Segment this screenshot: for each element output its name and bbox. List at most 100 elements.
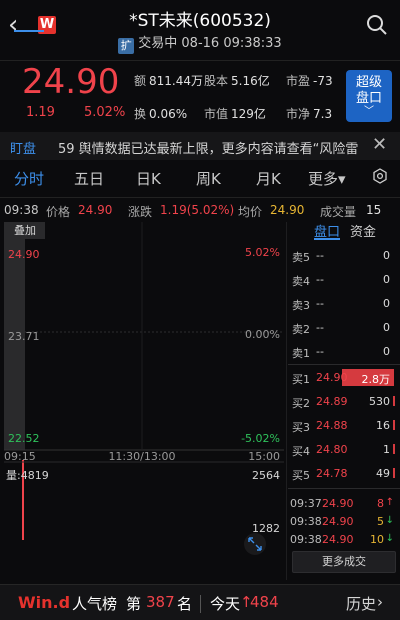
today-label: 今天 <box>210 595 241 613</box>
ask-price: -- <box>316 345 324 358</box>
bid-row-3[interactable]: 买3 24.88 16 <box>288 416 396 436</box>
bid-volume: 2.8万 <box>361 373 391 386</box>
stat-value: 7.3 <box>313 107 333 121</box>
more-trades-button[interactable]: 更多成交 <box>292 551 396 573</box>
tab-more[interactable]: 更多▾ <box>308 168 346 189</box>
button-line: 盘口 <box>355 91 382 106</box>
ask-volume: 0 <box>383 345 390 358</box>
stat-mcap: 市值 129亿 <box>204 105 266 122</box>
trade-qty: 5 <box>377 515 384 528</box>
gear-icon[interactable] <box>372 168 388 184</box>
volume-axis-mid: 1282 <box>252 522 280 535</box>
tab-five-day[interactable]: 五日 <box>74 168 104 189</box>
bid-row-4[interactable]: 买4 24.80 1 <box>288 440 396 460</box>
watch-tag[interactable]: 盯盘 <box>10 138 36 157</box>
stat-value: 5.16亿 <box>231 74 270 88</box>
rank-value: 387 <box>146 593 175 611</box>
tab-capital-flow[interactable]: 资金 <box>350 221 376 240</box>
stat-value: 129亿 <box>231 107 266 121</box>
stat-label: 股本 <box>204 74 229 88</box>
bid-row-5[interactable]: 买5 24.78 49 <box>288 464 396 484</box>
popularity-footer[interactable]: Win.d 人气榜 第 387 名 今天 ↑ 484 历史 › <box>0 584 400 620</box>
chevron-right-icon[interactable]: › <box>377 593 383 611</box>
bid-row-2[interactable]: 买2 24.89 530 <box>288 392 396 412</box>
stat-value: 0.06% <box>149 107 188 121</box>
stat-pe: 市盈 -73 <box>286 72 333 89</box>
ask-row-5[interactable]: 卖5 -- 0 <box>288 246 396 266</box>
ask-row-3[interactable]: 卖3 -- 0 <box>288 294 396 314</box>
news-text[interactable]: 59 舆情数据已达最新上限，更多内容请查看“风险雷 <box>58 138 358 157</box>
tab-weekly-k[interactable]: 周K <box>196 168 221 189</box>
trade-down-arrow-icon: ↓ <box>385 515 394 526</box>
ask-bid-divider <box>288 364 400 365</box>
expand-icon[interactable] <box>244 533 266 555</box>
wind-brand-logo: Win.d <box>18 593 71 612</box>
trade-qty: 10 <box>370 533 384 546</box>
bid-price: 24.89 <box>316 395 348 408</box>
period-tabs: 分时 五日 日K 周K 月K 更多▾ <box>0 162 400 196</box>
info-vol: 15 <box>366 203 382 217</box>
trade-time: 09:38 <box>290 533 322 546</box>
bid-price: 24.80 <box>316 443 348 456</box>
ask-label: 卖1 <box>292 347 310 360</box>
trade-status: 交易中 08-16 09:38:33 <box>138 36 282 51</box>
x-label-close: 15:00 <box>248 450 280 463</box>
trade-row: 09:37 24.90 8 ↑ <box>288 495 396 513</box>
tabs-divider <box>0 197 400 198</box>
tab-intraday[interactable]: 分时 <box>14 168 44 189</box>
ask-row-1[interactable]: 卖1 -- 0 <box>288 342 396 362</box>
trade-up-arrow-icon: ↑ <box>385 497 394 508</box>
stat-share: 股本 5.16亿 <box>204 72 270 89</box>
bid-row-1[interactable]: 买1 24.90 2.8万 <box>288 368 396 388</box>
bid-label: 买5 <box>292 469 310 482</box>
bid-label: 买1 <box>292 373 310 386</box>
trade-time: 09:37 <box>290 497 322 510</box>
stat-value: -73 <box>313 74 333 88</box>
button-line: 超级 <box>355 75 382 90</box>
ask-row-4[interactable]: 卖4 -- 0 <box>288 270 396 290</box>
ask-label: 卖3 <box>292 299 310 312</box>
price-change-pct: 5.02% <box>84 105 126 120</box>
bid-volume: 1 <box>383 443 390 456</box>
x-label-midday: 11:30/13:00 <box>108 450 175 463</box>
history-link[interactable]: 历史 <box>346 593 376 614</box>
info-time: 09:38 <box>4 203 39 217</box>
expand-badge[interactable]: 扩 <box>118 38 135 54</box>
close-icon[interactable]: ✕ <box>372 134 387 155</box>
ask-row-2[interactable]: 卖2 -- 0 <box>288 318 396 338</box>
info-change: 1.19(5.02%) <box>160 203 235 217</box>
search-icon[interactable] <box>366 14 388 36</box>
last-price: 24.90 <box>22 62 120 102</box>
bid-volume-bar <box>393 396 395 406</box>
tab-monthly-k[interactable]: 月K <box>256 168 281 189</box>
trade-down-arrow-icon: ↓ <box>385 533 394 544</box>
super-order-book-button[interactable]: 超级 盘口 ﹀ <box>346 70 392 122</box>
price-change: 1.19 <box>26 105 55 120</box>
intraday-chart[interactable]: 24.90 23.71 22.52 5.02% 0.00% -5.02% 09:… <box>0 222 284 582</box>
top-bar: ‹ W *ST未来(600532) 扩交易中 08-16 09:38:33 <box>0 0 400 56</box>
overlay-button[interactable]: 叠加 <box>5 222 45 239</box>
bid-price: 24.78 <box>316 467 348 480</box>
stat-amount: 额 811.44万 <box>134 72 203 89</box>
rank-prefix: 第 <box>126 595 142 613</box>
trade-price: 24.90 <box>322 533 354 546</box>
tab-daily-k[interactable]: 日K <box>136 168 161 189</box>
y-low-label: 22.52 <box>8 432 40 445</box>
bid-volume: 49 <box>376 467 390 480</box>
y-high-label: 24.90 <box>8 248 40 261</box>
stat-label: 市净 <box>286 107 311 121</box>
info-avg-label: 均价 <box>238 205 263 219</box>
stat-label: 市值 <box>204 107 229 121</box>
ask-label: 卖5 <box>292 251 310 264</box>
trade-row: 09:38 24.90 10 ↓ <box>288 531 396 549</box>
chevron-down-icon: ﹀ <box>364 106 374 117</box>
volume-axis-top: 2564 <box>252 469 280 482</box>
ask-volume: 0 <box>383 249 390 262</box>
bid-label: 买3 <box>292 421 310 434</box>
volume-label: 量:4819 <box>6 469 49 482</box>
footer-divider <box>200 595 201 613</box>
stat-value: 811.44万 <box>149 74 204 88</box>
header-divider <box>0 60 400 61</box>
stat-label: 额 <box>134 74 147 88</box>
popular-label: 人气榜 <box>72 595 118 613</box>
